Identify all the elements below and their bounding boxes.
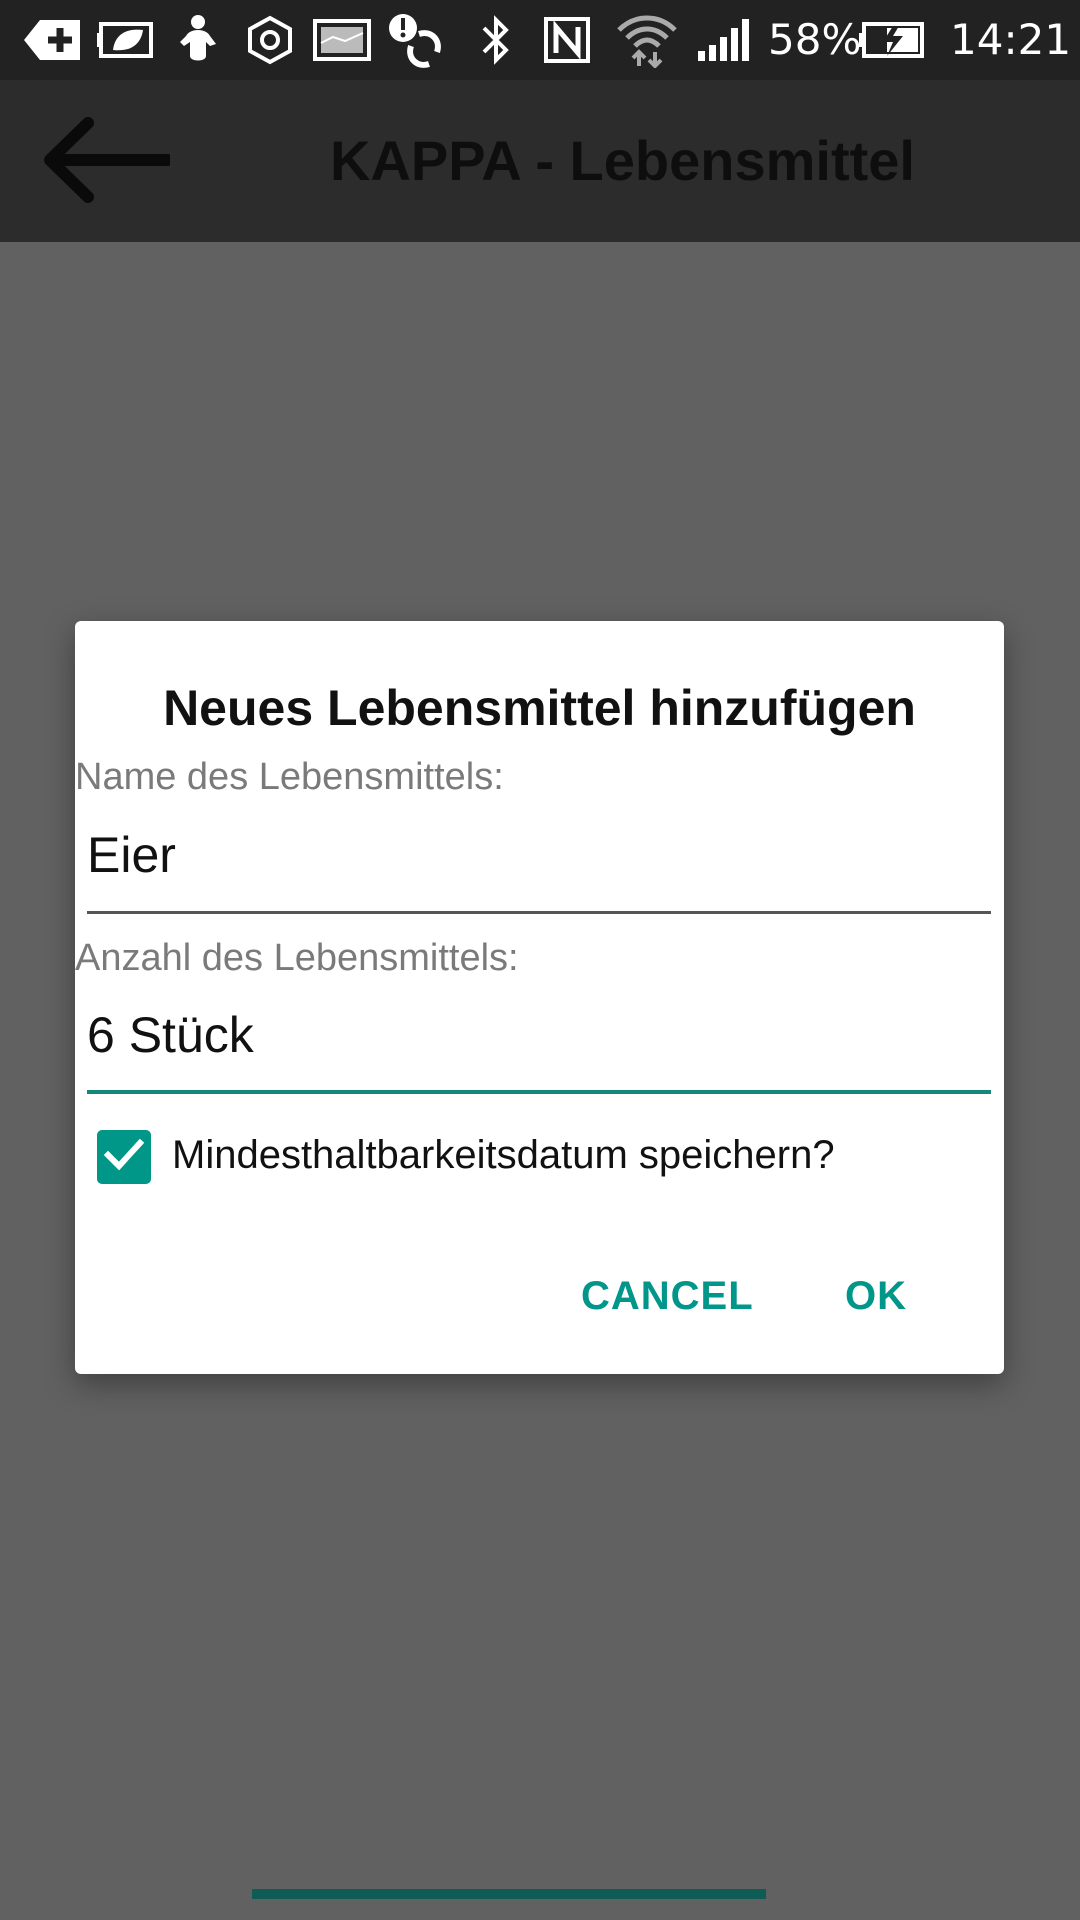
- name-label: Name des Lebensmittels:: [75, 756, 504, 798]
- clock: 14:21: [950, 15, 1072, 64]
- nfc-icon: [542, 12, 592, 68]
- add-food-dialog: Neues Lebensmittel hinzufügen Name des L…: [75, 621, 1004, 1374]
- quantity-field[interactable]: [87, 995, 991, 1075]
- best-before-checkbox-label[interactable]: Mindesthaltbarkeitsdatum speichern?: [172, 1133, 835, 1178]
- back-button[interactable]: [40, 112, 180, 212]
- download-icon: [22, 12, 84, 68]
- wifi-icon: [614, 12, 680, 68]
- gallery-icon: [312, 12, 372, 68]
- quantity-field-underline: [87, 1090, 991, 1094]
- quantity-label: Anzahl des Lebensmittels:: [75, 937, 519, 979]
- baby-icon: [174, 12, 222, 68]
- best-before-checkbox[interactable]: [97, 1130, 151, 1184]
- bluetooth-icon: [474, 12, 518, 68]
- checkmark-icon: [102, 1135, 146, 1179]
- name-field-underline: [87, 911, 991, 914]
- battery-charging-icon: [858, 12, 926, 68]
- name-field[interactable]: [87, 815, 991, 895]
- cancel-button[interactable]: CANCEL: [569, 1261, 766, 1331]
- status-bar: 58% 14:21: [0, 0, 1080, 80]
- scroll-indicator: [252, 1889, 766, 1899]
- signal-icon: [694, 12, 754, 68]
- arrow-left-icon: [40, 115, 174, 209]
- sync-alert-icon: [384, 12, 446, 68]
- app-bar: KAPPA - Lebensmittel: [0, 80, 1080, 242]
- battery-percent: 58%: [768, 15, 862, 64]
- battery-saver-icon: [96, 12, 158, 68]
- ok-button[interactable]: OK: [833, 1261, 919, 1331]
- dialog-title: Neues Lebensmittel hinzufügen: [163, 680, 916, 736]
- page-title: KAPPA - Lebensmittel: [330, 129, 915, 192]
- hexagon-icon: [244, 12, 296, 68]
